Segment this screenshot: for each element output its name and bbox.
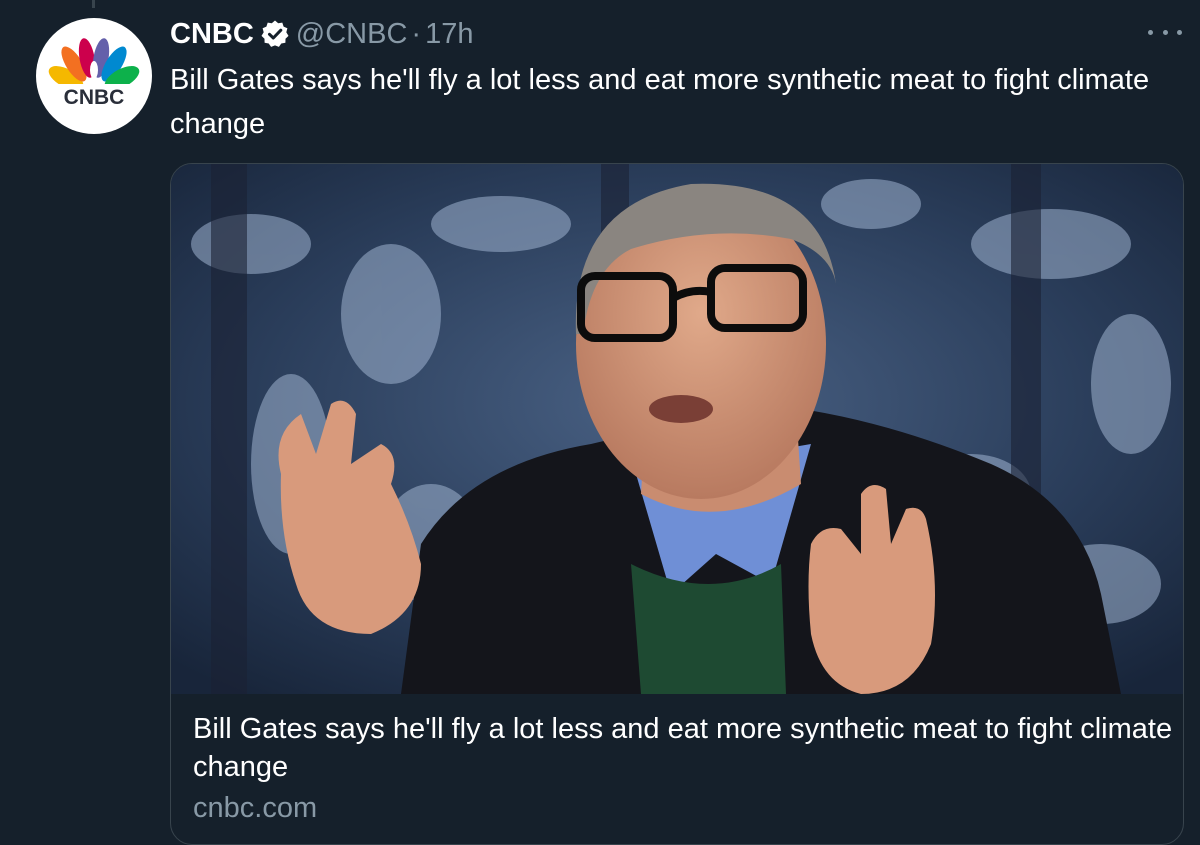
thread-connector-line (92, 0, 95, 8)
card-title[interactable]: Bill Gates says he'll fly a lot less and… (193, 710, 1173, 786)
tweet-text: Bill Gates says he'll fly a lot less and… (170, 64, 1150, 140)
more-options-icon[interactable] (1148, 22, 1182, 42)
cnbc-logo-text: CNBC (64, 86, 125, 109)
link-preview-card[interactable]: Bill Gates says he'll fly a lot less and… (170, 163, 1184, 845)
verified-badge-icon (260, 19, 290, 49)
separator-dot: · (411, 17, 422, 50)
tweet-header: CNBC @CNBC · 17h (170, 14, 473, 54)
author-handle[interactable]: @CNBC (296, 18, 408, 51)
avatar[interactable]: CNBC (36, 18, 152, 134)
tweet-timestamp[interactable]: 17h (425, 18, 473, 51)
card-body[interactable]: Bill Gates says he'll fly a lot less and… (193, 710, 1173, 828)
nbc-peacock-icon: CNBC (48, 38, 140, 109)
author-name[interactable]: CNBC (170, 18, 254, 51)
card-domain[interactable]: cnbc.com (193, 788, 1173, 828)
article-photo[interactable] (171, 164, 1183, 694)
